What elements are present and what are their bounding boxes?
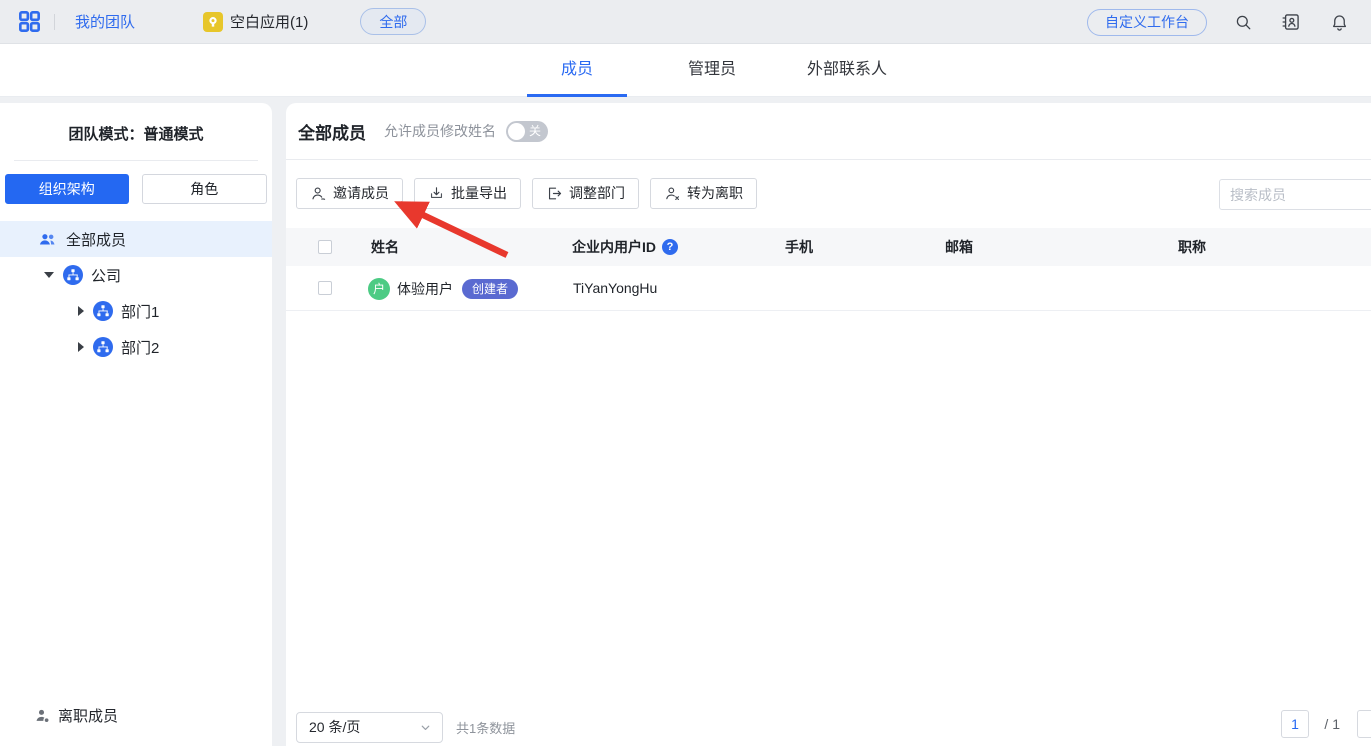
search-icon[interactable] <box>1219 13 1267 32</box>
resigned-label: 离职成员 <box>58 707 119 725</box>
page-size-value: 20 条/页 <box>309 719 361 735</box>
col-user-id: 企业内用户ID ? <box>572 228 678 266</box>
col-email: 邮箱 <box>945 239 973 255</box>
rename-toggle[interactable]: 关 <box>506 120 548 142</box>
col-name: 姓名 <box>371 239 399 255</box>
search-member-input[interactable] <box>1219 179 1371 210</box>
toggle-knob <box>508 122 525 140</box>
help-icon[interactable]: ? <box>662 239 678 255</box>
current-page-input[interactable]: 1 <box>1281 710 1309 738</box>
tab-members[interactable]: 成员 <box>527 44 627 97</box>
col-phone: 手机 <box>785 239 813 255</box>
page-size-select[interactable]: 20 条/页 <box>296 711 443 743</box>
blank-app-item[interactable]: 空白应用(1) <box>203 11 308 32</box>
button-label: 转为离职 <box>687 185 743 201</box>
rename-toggle-label: 允许成员修改姓名 <box>384 123 496 139</box>
page-jump-button[interactable] <box>1357 710 1371 738</box>
org-node-icon <box>63 265 83 285</box>
notification-bell-icon[interactable] <box>1315 13 1363 32</box>
org-node-icon <box>93 301 113 321</box>
row-checkbox[interactable] <box>318 281 332 295</box>
sidebar: 团队模式：普通模式 组织架构 角色 全部成员 公司 部门1 部门2 离职成员 <box>0 103 272 746</box>
adjust-department-button[interactable]: 调整部门 <box>532 177 639 209</box>
total-pages-text: / 1 <box>1324 716 1340 732</box>
app-pin-icon <box>203 11 224 32</box>
tree-label: 部门1 <box>121 303 160 321</box>
select-all-checkbox[interactable] <box>318 240 332 254</box>
panel-header: 全部成员 允许成员修改姓名 关 <box>286 103 1371 160</box>
members-toolbar: 邀请成员 批量导出 调整部门 转为离职 <box>286 160 1371 220</box>
batch-export-button[interactable]: 批量导出 <box>414 177 521 209</box>
app-grid-icon[interactable] <box>17 9 42 34</box>
tree-item-all-members[interactable]: 全部成员 <box>0 221 272 257</box>
group-people-icon <box>38 229 58 249</box>
person-leave-icon <box>34 707 51 724</box>
table-header: 姓名 企业内用户ID ? 手机 邮箱 职称 <box>286 228 1371 266</box>
members-panel: 全部成员 允许成员修改姓名 关 邀请成员 批量导出 调整部门 转为离职 搜索成员… <box>286 103 1371 746</box>
tree-item-dept1[interactable]: 部门1 <box>0 293 272 329</box>
scope-all-pill[interactable]: 全部 <box>360 8 427 35</box>
main-tabbar: 成员 管理员 外部联系人 <box>0 44 1371 97</box>
tree-label: 部门2 <box>121 339 160 357</box>
move-out-icon <box>546 185 563 202</box>
topbar: 我的团队 空白应用(1) 全部 自定义工作台 <box>0 0 1371 44</box>
topbar-right: 自定义工作台 <box>1087 0 1371 44</box>
avatar: 户 <box>368 277 390 300</box>
contacts-icon[interactable] <box>1267 12 1315 32</box>
resigned-members-item[interactable]: 离职成员 <box>0 700 272 730</box>
sidebar-divider <box>14 160 258 161</box>
custom-workbench-button[interactable]: 自定义工作台 <box>1087 8 1207 36</box>
member-user-id: TiYanYongHu <box>573 280 658 296</box>
invite-member-button[interactable]: 邀请成员 <box>296 177 403 209</box>
button-label: 调整部门 <box>569 185 625 201</box>
pagination-bar: 20 条/页 共1条数据 1 / 1 <box>286 700 1371 746</box>
topbar-divider <box>54 13 55 30</box>
col-user-id-label: 企业内用户ID <box>572 239 656 255</box>
my-team-link[interactable]: 我的团队 <box>75 11 135 32</box>
creator-badge: 创建者 <box>462 278 519 299</box>
to-resigned-button[interactable]: 转为离职 <box>650 177 757 209</box>
person-invite-icon <box>310 185 327 202</box>
table-row[interactable]: 户 体验用户 创建者 TiYanYongHu <box>286 266 1371 311</box>
org-node-icon <box>93 337 113 357</box>
toggle-state-text: 关 <box>528 123 541 138</box>
caret-down-icon[interactable] <box>44 272 54 278</box>
caret-right-icon[interactable] <box>78 342 84 352</box>
tree-item-dept2[interactable]: 部门2 <box>0 329 272 365</box>
caret-right-icon[interactable] <box>78 306 84 316</box>
blank-app-label: 空白应用(1) <box>230 14 309 31</box>
download-icon <box>428 185 445 202</box>
button-label: 邀请成员 <box>333 185 389 201</box>
total-count-text: 共1条数据 <box>456 720 516 736</box>
tab-external-contacts[interactable]: 外部联系人 <box>783 44 911 97</box>
col-job-title: 职称 <box>1178 239 1206 255</box>
org-structure-button[interactable]: 组织架构 <box>5 174 129 204</box>
tab-admins[interactable]: 管理员 <box>664 44 760 97</box>
chevron-down-icon <box>421 725 430 730</box>
panel-title: 全部成员 <box>298 123 366 143</box>
org-tree: 全部成员 公司 部门1 部门2 <box>0 221 272 365</box>
roles-button[interactable]: 角色 <box>141 174 267 204</box>
tree-label: 全部成员 <box>66 231 127 249</box>
team-mode-text: 团队模式：普通模式 <box>68 126 204 143</box>
tree-item-company[interactable]: 公司 <box>0 257 272 293</box>
button-label: 批量导出 <box>451 185 507 201</box>
tree-label: 公司 <box>91 267 122 285</box>
member-name: 体验用户 <box>397 280 453 297</box>
person-x-icon <box>664 185 681 202</box>
